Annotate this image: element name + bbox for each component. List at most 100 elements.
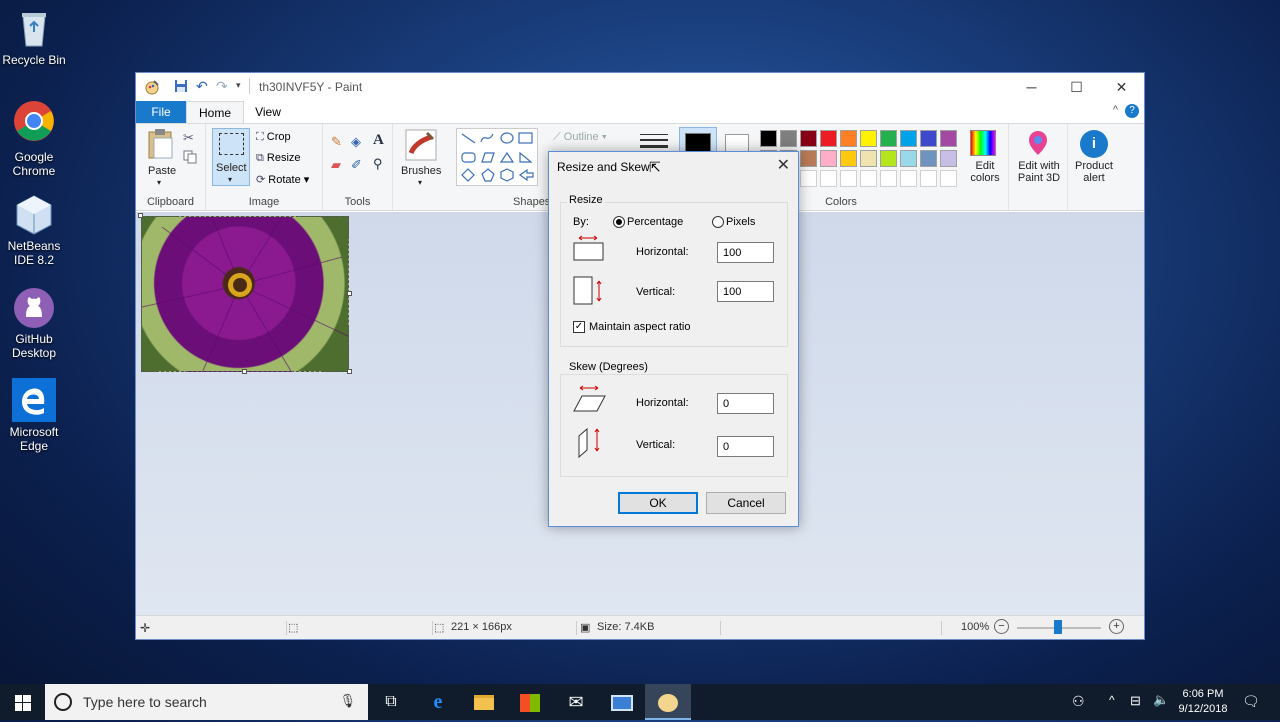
color-swatch[interactable] [900,150,917,167]
color-swatch[interactable] [900,130,917,147]
cut-icon[interactable]: ✂ [183,130,194,146]
volume-icon[interactable]: 🔈 [1153,692,1169,708]
resize-button[interactable]: ⧉ Resize [256,152,301,165]
quick-access-dropdown-icon[interactable]: ▾ [236,80,241,91]
brushes-dropdown-icon[interactable]: ▾ [418,178,422,187]
network-icon[interactable]: ⊟ [1130,693,1141,709]
paint-taskbar-icon[interactable] [645,684,691,720]
undo-icon[interactable]: ↶ [196,78,208,95]
microphone-icon[interactable]: 🎙 [339,693,356,709]
paint-3d-icon[interactable] [1027,130,1049,156]
brushes-button[interactable] [405,129,437,161]
color-swatch[interactable] [820,130,837,147]
pencil-icon[interactable]: ✎ [331,134,342,150]
copy-icon[interactable] [183,150,197,164]
color-swatch[interactable] [880,150,897,167]
zoom-slider-thumb[interactable] [1054,620,1062,634]
magnifier-icon[interactable]: ⚲ [373,156,383,172]
color-swatch[interactable] [940,150,957,167]
start-button[interactable] [0,684,46,720]
cancel-button[interactable]: Cancel [706,492,786,514]
tab-file[interactable]: File [136,101,186,123]
percentage-label[interactable]: Percentage [627,216,683,228]
color-swatch[interactable] [780,130,797,147]
color-swatch[interactable] [760,130,777,147]
people-icon[interactable]: ⚇ [1072,693,1085,710]
store-icon[interactable] [507,684,553,720]
ok-button[interactable]: OK [618,492,698,514]
pixels-radio[interactable] [712,216,724,228]
clock[interactable]: 6:06 PM 9/12/2018 [1174,687,1232,717]
maximize-button[interactable]: ☐ [1054,73,1099,101]
tab-home[interactable]: Home [186,101,244,123]
skew-vertical-input[interactable] [717,436,774,457]
maintain-aspect-label[interactable]: Maintain aspect ratio [589,321,691,333]
color-swatch[interactable] [940,130,957,147]
notifications-icon[interactable]: 🗨 [1242,693,1260,710]
save-icon[interactable] [174,79,188,96]
file-explorer-icon[interactable] [461,684,507,720]
resize-handle[interactable] [138,213,143,218]
resize-vertical-input[interactable] [717,281,774,302]
maintain-aspect-checkbox[interactable]: ✓ [573,321,585,333]
custom-color-swatch[interactable] [900,170,917,187]
custom-color-swatch[interactable] [880,170,897,187]
color-swatch[interactable] [800,150,817,167]
custom-color-swatch[interactable] [940,170,957,187]
custom-color-swatch[interactable] [840,170,857,187]
edit-colors-label[interactable]: Edit colors [966,160,1004,184]
color-swatch[interactable] [920,130,937,147]
desktop-icon-edge[interactable]: Microsoft Edge [0,378,68,453]
resize-handle[interactable] [347,369,352,374]
custom-color-swatch[interactable] [820,170,837,187]
color-swatch[interactable] [920,150,937,167]
mail-icon[interactable]: ✉ [553,684,599,720]
text-icon[interactable]: A [373,132,384,149]
help-icon[interactable]: ? [1125,104,1139,118]
edit-with-paint-3d-label[interactable]: Edit with Paint 3D [1009,160,1069,184]
edit-colors-icon[interactable] [970,130,996,156]
task-view-icon[interactable]: ⧉ [368,684,414,720]
color-picker-icon[interactable]: ✐ [351,157,362,173]
select-button[interactable]: Select ▾ [212,128,250,186]
redo-icon[interactable]: ↷ [216,78,228,95]
outline-button[interactable]: ⟋ Outline ▾ [553,131,607,144]
collapse-ribbon-icon[interactable]: ^ [1113,104,1118,116]
desktop-icon-netbeans[interactable]: NetBeans IDE 8.2 [0,194,68,267]
shapes-gallery[interactable] [456,128,538,186]
edge-taskbar-icon[interactable]: e [415,684,461,720]
custom-color-swatch[interactable] [860,170,877,187]
pixels-label[interactable]: Pixels [726,216,755,228]
close-button[interactable]: ✕ [1099,73,1144,101]
color-swatch[interactable] [860,150,877,167]
paste-button[interactable] [146,128,176,170]
custom-color-swatch[interactable] [920,170,937,187]
resize-handle[interactable] [242,369,247,374]
desktop-icon-github[interactable]: GitHub Desktop [0,287,68,360]
dialog-close-button[interactable]: ✕ [777,155,790,175]
color-swatch[interactable] [860,130,877,147]
product-alert-label[interactable]: Product alert [1068,160,1120,184]
remote-desktop-icon[interactable] [599,684,645,720]
rotate-button[interactable]: ⟳ Rotate ▾ [256,173,309,186]
desktop-icon-recycle-bin[interactable]: Recycle Bin [0,8,68,67]
fill-icon[interactable]: ◈ [351,134,361,150]
color-swatch[interactable] [840,150,857,167]
color-swatch[interactable] [820,150,837,167]
tab-view[interactable]: View [246,101,290,123]
crop-button[interactable]: ⛶ Crop [256,131,291,144]
resize-horizontal-input[interactable] [717,242,774,263]
resize-handle[interactable] [347,291,352,296]
skew-horizontal-input[interactable] [717,393,774,414]
percentage-radio[interactable] [613,216,625,228]
info-icon[interactable]: i [1080,130,1108,158]
minimize-button[interactable]: ─ [1009,73,1054,101]
custom-color-swatch[interactable] [800,170,817,187]
search-box[interactable]: Type here to search 🎙 [45,684,368,720]
zoom-in-button[interactable]: + [1109,619,1124,634]
color-swatch[interactable] [880,130,897,147]
paste-dropdown-icon[interactable]: ▾ [157,178,161,187]
desktop-icon-chrome[interactable]: Google Chrome [0,100,68,178]
flower-image[interactable] [141,216,349,372]
color-swatch[interactable] [800,130,817,147]
